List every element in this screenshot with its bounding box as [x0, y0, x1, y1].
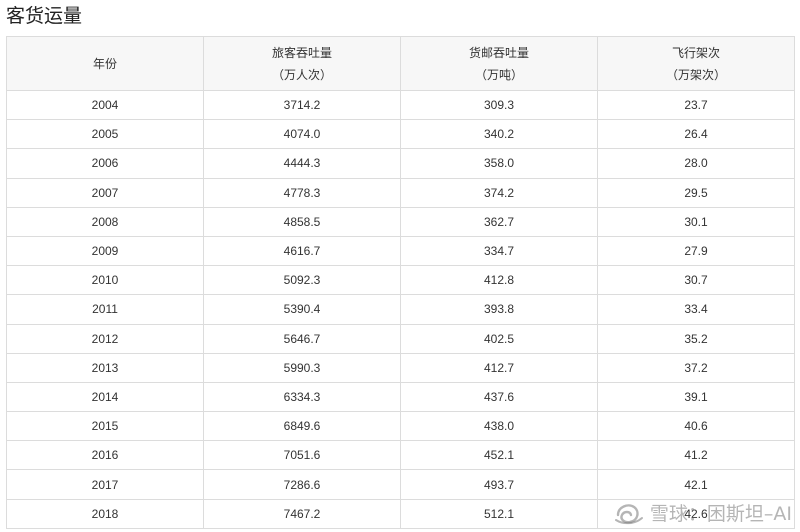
cell-passenger: 7467.2: [203, 498, 401, 529]
table-row: 2008 4858.5 362.7 30.1: [6, 206, 795, 237]
cell-passenger: 5390.4: [203, 294, 401, 325]
table-row: 2011 5390.4 393.8 33.4: [6, 294, 795, 325]
cell-cargo: 334.7: [400, 235, 598, 267]
cell-flights: 37.2: [597, 352, 795, 383]
cell-year: 2004: [6, 89, 204, 121]
traffic-table: 年份 旅客吞吐量 （万人次） 货邮吞吐量 （万吨） 飞行架次 （万架次） 200…: [6, 36, 795, 529]
cell-year: 2006: [6, 148, 204, 179]
cell-cargo: 309.3: [400, 89, 598, 121]
cell-year: 2008: [6, 206, 204, 237]
table-row: 2012 5646.7 402.5 35.2: [6, 323, 795, 354]
cell-year: 2013: [6, 352, 204, 383]
cell-flights: 30.1: [597, 206, 795, 237]
cell-passenger: 5990.3: [203, 352, 401, 383]
cell-year: 2012: [6, 323, 204, 354]
header-passenger-label: 旅客吞吐量: [271, 45, 332, 60]
table-row: 2014 6334.3 437.6 39.1: [6, 381, 795, 413]
table-row: 2004 3714.2 309.3 23.7: [6, 89, 795, 121]
cell-flights: 39.1: [597, 381, 795, 413]
table-row: 2009 4616.7 334.7 27.9: [6, 235, 795, 267]
cell-year: 2010: [6, 265, 204, 296]
cell-passenger: 7051.6: [203, 440, 401, 471]
cell-cargo: 438.0: [400, 411, 598, 442]
cell-cargo: 358.0: [400, 148, 598, 179]
header-year-label: 年份: [92, 56, 117, 71]
cell-passenger: 4074.0: [203, 119, 401, 150]
cell-passenger: 6849.6: [203, 411, 401, 442]
header-flights: 飞行架次 （万架次）: [597, 36, 795, 91]
cell-cargo: 402.5: [400, 323, 598, 354]
cell-cargo: 412.7: [400, 352, 598, 383]
cell-year: 2014: [6, 381, 204, 413]
header-passenger: 旅客吞吐量 （万人次）: [203, 36, 401, 91]
cell-flights: 42.1: [597, 469, 795, 500]
cell-passenger: 4858.5: [203, 206, 401, 237]
cell-cargo: 340.2: [400, 119, 598, 150]
header-year: 年份: [6, 36, 204, 91]
cell-passenger: 5646.7: [203, 323, 401, 354]
cell-passenger: 4444.3: [203, 148, 401, 179]
cell-passenger: 6334.3: [203, 381, 401, 413]
table-row: 2018 7467.2 512.1 42.6: [6, 498, 795, 529]
header-cargo-unit: （万吨）: [474, 67, 523, 82]
table-row: 2005 4074.0 340.2 26.4: [6, 119, 795, 150]
cell-cargo: 362.7: [400, 206, 598, 237]
header-cargo: 货邮吞吐量 （万吨）: [400, 36, 598, 91]
cell-year: 2011: [6, 294, 204, 325]
cell-cargo: 374.2: [400, 177, 598, 208]
header-flights-label: 飞行架次: [671, 45, 720, 60]
cell-flights: 35.2: [597, 323, 795, 354]
table-row: 2013 5990.3 412.7 37.2: [6, 352, 795, 383]
cell-cargo: 412.8: [400, 265, 598, 296]
cell-flights: 42.6: [597, 498, 795, 529]
cell-passenger: 7286.6: [203, 469, 401, 500]
cell-year: 2017: [6, 469, 204, 500]
table-row: 2016 7051.6 452.1 41.2: [6, 440, 795, 471]
table-row: 2017 7286.6 493.7 42.1: [6, 469, 795, 500]
cell-cargo: 393.8: [400, 294, 598, 325]
cell-flights: 33.4: [597, 294, 795, 325]
cell-year: 2015: [6, 411, 204, 442]
cell-flights: 28.0: [597, 148, 795, 179]
cell-flights: 27.9: [597, 235, 795, 267]
cell-flights: 40.6: [597, 411, 795, 442]
table-row: 2006 4444.3 358.0 28.0: [6, 148, 795, 179]
cell-year: 2007: [6, 177, 204, 208]
traffic-table-container: 年份 旅客吞吐量 （万人次） 货邮吞吐量 （万吨） 飞行架次 （万架次） 200…: [6, 36, 795, 529]
header-flights-unit: （万架次）: [665, 67, 726, 82]
table-header: 年份 旅客吞吐量 （万人次） 货邮吞吐量 （万吨） 飞行架次 （万架次）: [6, 36, 795, 91]
table-header-row: 年份 旅客吞吐量 （万人次） 货邮吞吐量 （万吨） 飞行架次 （万架次）: [6, 36, 795, 91]
cell-cargo: 512.1: [400, 498, 598, 529]
cell-flights: 23.7: [597, 89, 795, 121]
cell-flights: 30.7: [597, 265, 795, 296]
cell-cargo: 437.6: [400, 381, 598, 413]
cell-year: 2005: [6, 119, 204, 150]
cell-flights: 29.5: [597, 177, 795, 208]
cell-year: 2009: [6, 235, 204, 267]
cell-cargo: 452.1: [400, 440, 598, 471]
page-title: 客货运量: [6, 5, 83, 27]
cell-passenger: 5092.3: [203, 265, 401, 296]
table-row: 2015 6849.6 438.0 40.6: [6, 411, 795, 442]
cell-cargo: 493.7: [400, 469, 598, 500]
cell-flights: 26.4: [597, 119, 795, 150]
cell-passenger: 3714.2: [203, 89, 401, 121]
cell-year: 2018: [6, 498, 204, 529]
cell-flights: 41.2: [597, 440, 795, 471]
table-row: 2007 4778.3 374.2 29.5: [6, 177, 795, 208]
cell-passenger: 4778.3: [203, 177, 401, 208]
cell-passenger: 4616.7: [203, 235, 401, 267]
table-row: 2010 5092.3 412.8 30.7: [6, 265, 795, 296]
header-cargo-label: 货邮吞吐量: [468, 45, 529, 60]
cell-year: 2016: [6, 440, 204, 471]
table-body: 2004 3714.2 309.3 23.7 2005 4074.0 340.2 26.4 20…: [6, 89, 795, 529]
header-passenger-unit: （万人次）: [271, 67, 332, 82]
